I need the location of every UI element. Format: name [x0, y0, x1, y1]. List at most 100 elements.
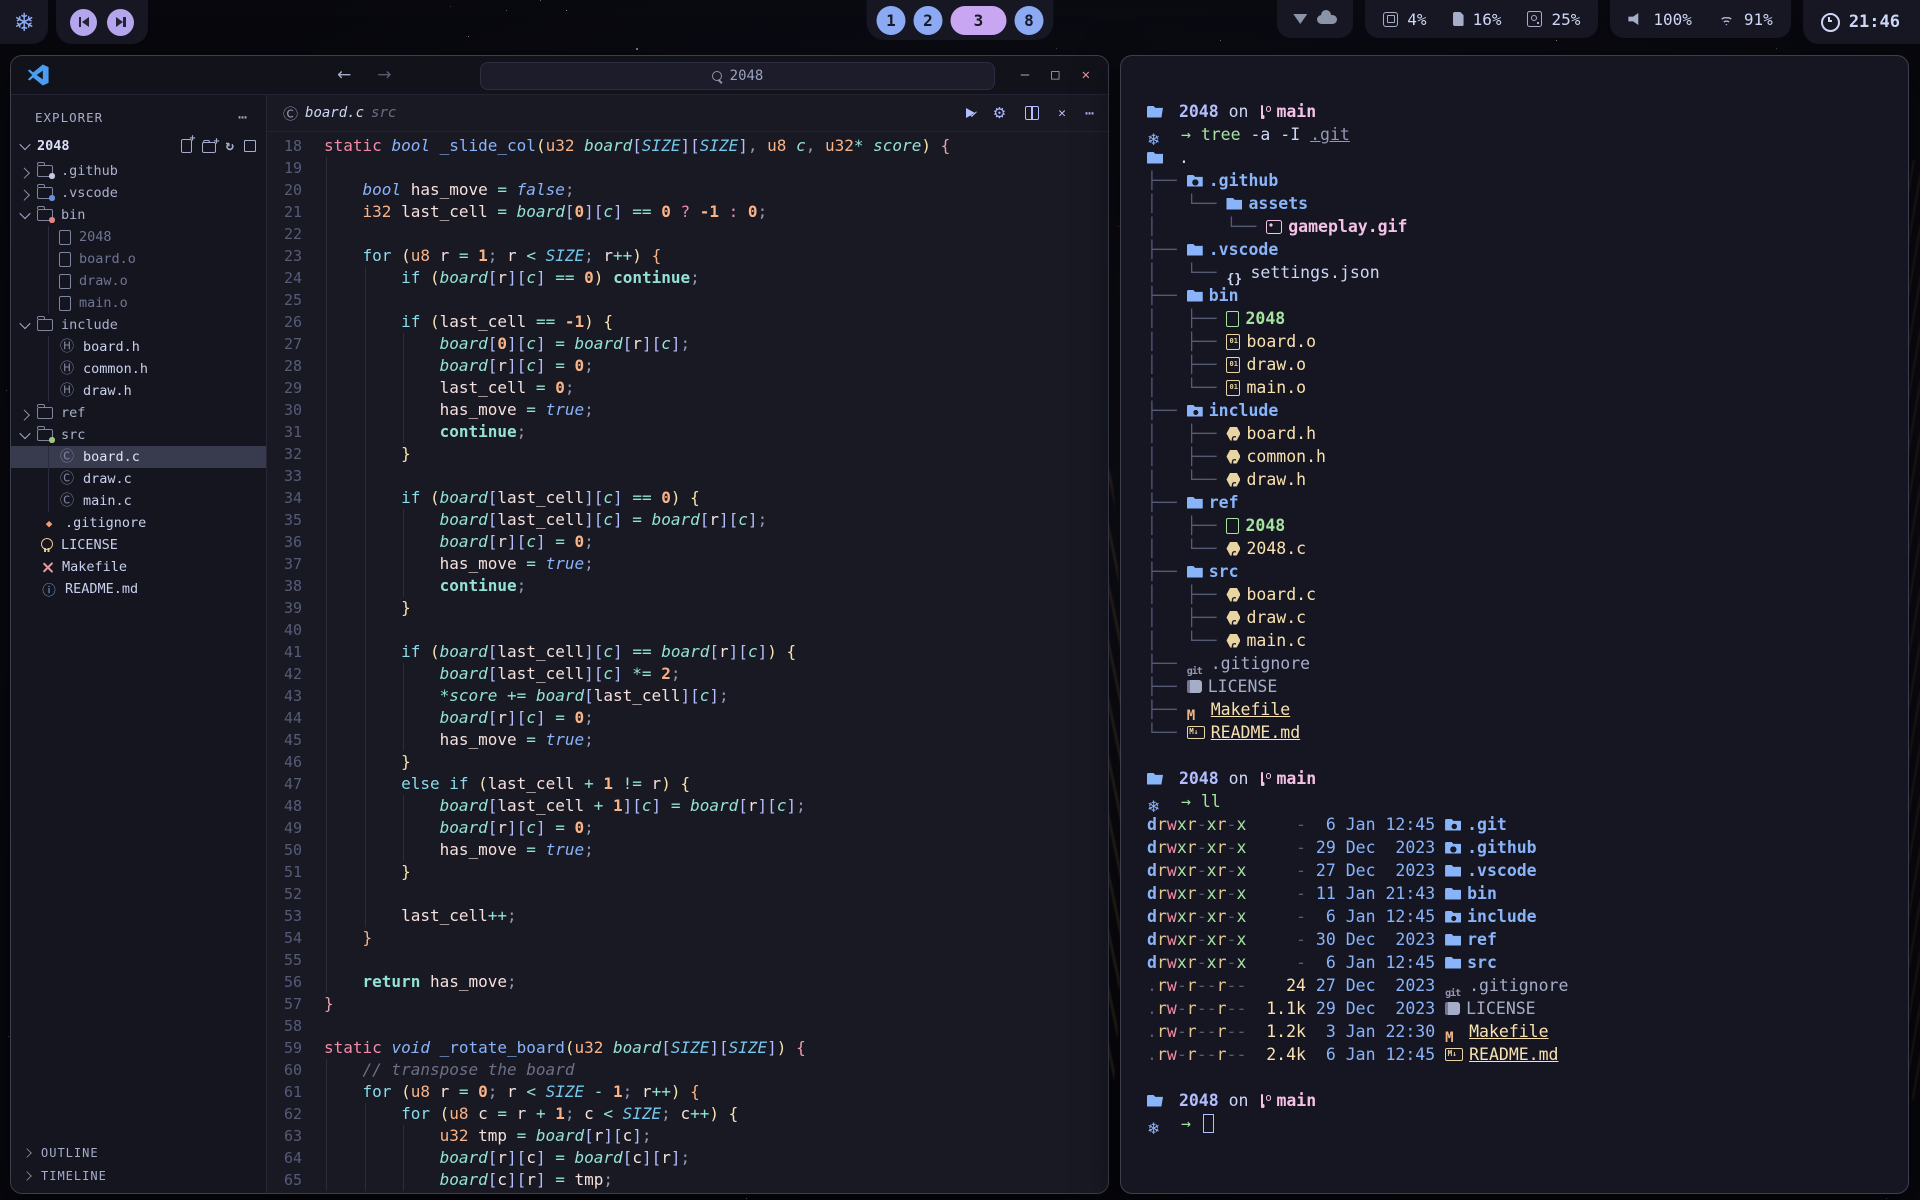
- code-line[interactable]: 45 has_move = true;: [267, 729, 1108, 751]
- timeline-panel[interactable]: TIMELINE: [11, 1164, 266, 1187]
- minimize-button[interactable]: —: [1021, 67, 1029, 83]
- terminal-window[interactable]: 2048 on main → tree -a -I .git .├── .git…: [1120, 55, 1909, 1194]
- explorer-item-LICENSE[interactable]: LICENSE: [11, 534, 266, 556]
- hexc-icon: [1226, 634, 1240, 648]
- code-line[interactable]: 29 last_cell = 0;: [267, 377, 1108, 399]
- outline-panel[interactable]: OUTLINE: [11, 1141, 266, 1164]
- code-line[interactable]: 48 board[last_cell + 1][c] = board[r][c]…: [267, 795, 1108, 817]
- launcher-button[interactable]: ❄: [0, 0, 48, 44]
- collapse-folders-icon[interactable]: [244, 140, 256, 152]
- code-line[interactable]: 19: [267, 157, 1108, 179]
- code-line[interactable]: 61 for (u8 r = 0; r < SIZE - 1; r++) {: [267, 1081, 1108, 1103]
- code-line[interactable]: 38 continue;: [267, 575, 1108, 597]
- code-line[interactable]: 31 continue;: [267, 421, 1108, 443]
- code-line[interactable]: 47 else if (last_cell + 1 != r) {: [267, 773, 1108, 795]
- new-file-icon[interactable]: [181, 139, 192, 153]
- more-actions-icon[interactable]: ⋯: [1085, 104, 1094, 122]
- explorer-item-.vscode[interactable]: .vscode: [11, 182, 266, 204]
- code-line[interactable]: 41 if (board[last_cell][c] == board[r][c…: [267, 641, 1108, 663]
- gear-icon[interactable]: ⚙: [993, 104, 1006, 122]
- explorer-item-README.md[interactable]: README.md: [11, 578, 266, 600]
- explorer-item-main.c[interactable]: main.c: [11, 490, 266, 512]
- close-button[interactable]: ✕: [1082, 67, 1090, 83]
- code-line[interactable]: 54 }: [267, 927, 1108, 949]
- explorer-item-main.o[interactable]: main.o: [11, 292, 266, 314]
- code-line[interactable]: 52: [267, 883, 1108, 905]
- nav-back-icon[interactable]: ←: [337, 65, 351, 85]
- code-line[interactable]: 37 has_move = true;: [267, 553, 1108, 575]
- explorer-item-.gitignore[interactable]: .gitignore: [11, 512, 266, 534]
- code-line[interactable]: 22: [267, 223, 1108, 245]
- code-line[interactable]: 25: [267, 289, 1108, 311]
- maximize-button[interactable]: □: [1051, 67, 1059, 83]
- code-line[interactable]: 30 has_move = true;: [267, 399, 1108, 421]
- code-line[interactable]: 21 i32 last_cell = board[0][c] == 0 ? -1…: [267, 201, 1108, 223]
- code-line[interactable]: 33: [267, 465, 1108, 487]
- code-line[interactable]: 57}: [267, 993, 1108, 1015]
- run-or-debug-icon[interactable]: [966, 108, 974, 118]
- media-next-button[interactable]: [107, 9, 134, 36]
- code-line[interactable]: 27 board[0][c] = board[r][c];: [267, 333, 1108, 355]
- explorer-item-draw.h[interactable]: draw.h: [11, 380, 266, 402]
- code-line[interactable]: 26 if (last_cell == -1) {: [267, 311, 1108, 333]
- code-line[interactable]: 35 board[last_cell][c] = board[r][c];: [267, 509, 1108, 531]
- code-line[interactable]: 60 // transpose the board: [267, 1059, 1108, 1081]
- code-line[interactable]: 32 }: [267, 443, 1108, 465]
- explorer-item-draw.o[interactable]: draw.o: [11, 270, 266, 292]
- refresh-explorer-icon[interactable]: [226, 138, 234, 154]
- workspace-1[interactable]: 1: [877, 6, 906, 35]
- explorer-item-draw.c[interactable]: draw.c: [11, 468, 266, 490]
- code-line[interactable]: 36 board[r][c] = 0;: [267, 531, 1108, 553]
- explorer-item-board.o[interactable]: board.o: [11, 248, 266, 270]
- code-line[interactable]: 62 for (u8 c = r + 1; c < SIZE; c++) {: [267, 1103, 1108, 1125]
- code-line[interactable]: 50 has_move = true;: [267, 839, 1108, 861]
- code-line[interactable]: 49 board[r][c] = 0;: [267, 817, 1108, 839]
- code-line[interactable]: 59static void _rotate_board(u32 board[SI…: [267, 1037, 1108, 1059]
- code-line[interactable]: 58: [267, 1015, 1108, 1037]
- code-line[interactable]: 24 if (board[r][c] == 0) continue;: [267, 267, 1108, 289]
- split-editor-icon[interactable]: [1025, 106, 1039, 120]
- command-center-search[interactable]: 2048: [480, 62, 995, 90]
- code-line[interactable]: 23 for (u8 r = 1; r < SIZE; r++) {: [267, 245, 1108, 267]
- code-line[interactable]: 28 board[r][c] = 0;: [267, 355, 1108, 377]
- explorer-item-ref[interactable]: ref: [11, 402, 266, 424]
- explorer-item-src[interactable]: src: [11, 424, 266, 446]
- explorer-item-.github[interactable]: .github: [11, 160, 266, 182]
- clock-widget[interactable]: 21:46: [1803, 0, 1920, 44]
- views-more-icon[interactable]: ⋯: [238, 108, 248, 126]
- code-line[interactable]: 63 u32 tmp = board[r][c];: [267, 1125, 1108, 1147]
- code-line[interactable]: 65 board[c][r] = tmp;: [267, 1169, 1108, 1191]
- new-folder-icon[interactable]: [202, 142, 216, 153]
- workspace-3[interactable]: 3: [951, 6, 1007, 35]
- explorer-item-include[interactable]: include: [11, 314, 266, 336]
- code-line[interactable]: 44 board[r][c] = 0;: [267, 707, 1108, 729]
- nav-forward-icon[interactable]: →: [377, 65, 391, 85]
- explorer-item-2048[interactable]: 2048: [11, 226, 266, 248]
- code-line[interactable]: 53 last_cell++;: [267, 905, 1108, 927]
- code-line[interactable]: 56 return has_move;: [267, 971, 1108, 993]
- explorer-item-Makefile[interactable]: Makefile: [11, 556, 266, 578]
- weather-widget[interactable]: [1277, 0, 1353, 38]
- workspace-2[interactable]: 2: [914, 6, 943, 35]
- explorer-item-bin[interactable]: bin: [11, 204, 266, 226]
- code-editor[interactable]: 18static bool _slide_col(u32 board[SIZE]…: [267, 132, 1108, 1193]
- close-editor-icon[interactable]: ✕: [1058, 106, 1066, 121]
- workspace-8[interactable]: 8: [1015, 6, 1044, 35]
- code-line[interactable]: 64 board[r][c] = board[c][r];: [267, 1147, 1108, 1169]
- explorer-item-board.c[interactable]: board.c: [11, 446, 266, 468]
- code-line[interactable]: 18static bool _slide_col(u32 board[SIZE]…: [267, 135, 1108, 157]
- code-line[interactable]: 55: [267, 949, 1108, 971]
- code-line[interactable]: 20 bool has_move = false;: [267, 179, 1108, 201]
- code-line[interactable]: 34 if (board[last_cell][c] == 0) {: [267, 487, 1108, 509]
- code-line[interactable]: 43 *score += board[last_cell][c];: [267, 685, 1108, 707]
- media-previous-button[interactable]: [70, 9, 97, 36]
- explorer-root-folder[interactable]: 2048: [11, 134, 266, 158]
- tab-board.c[interactable]: board.c src: [267, 103, 396, 124]
- explorer-item-common.h[interactable]: common.h: [11, 358, 266, 380]
- code-line[interactable]: 42 board[last_cell][c] *= 2;: [267, 663, 1108, 685]
- code-line[interactable]: 51 }: [267, 861, 1108, 883]
- explorer-item-board.h[interactable]: board.h: [11, 336, 266, 358]
- code-line[interactable]: 46 }: [267, 751, 1108, 773]
- code-line[interactable]: 39 }: [267, 597, 1108, 619]
- code-line[interactable]: 40: [267, 619, 1108, 641]
